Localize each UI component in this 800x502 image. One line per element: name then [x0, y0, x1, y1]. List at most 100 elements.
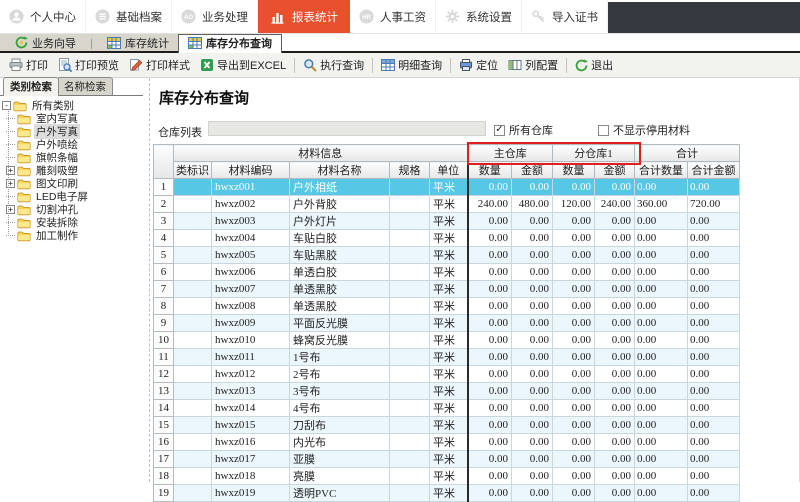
spec-cell[interactable] — [389, 399, 430, 417]
main-wh-qty-cell[interactable]: 0.00 — [466, 263, 512, 281]
spec-cell[interactable] — [389, 297, 430, 315]
row-number-cell[interactable]: 13 — [153, 382, 174, 400]
spec-cell[interactable] — [389, 365, 430, 383]
main-wh-qty-cell[interactable]: 0.00 — [466, 280, 512, 298]
material-name-cell[interactable]: 蜂窝反光膜 — [289, 331, 390, 349]
material-code-cell[interactable]: hwxz012 — [211, 365, 290, 383]
total-amount-cell[interactable]: 0.00 — [687, 433, 740, 451]
total-amount-cell[interactable]: 0.00 — [687, 280, 740, 298]
material-name-cell[interactable]: 3号布 — [289, 382, 390, 400]
material-name-cell[interactable]: 车贴黑胶 — [289, 246, 390, 264]
total-qty-cell[interactable]: 0.00 — [634, 484, 688, 502]
unit-cell[interactable]: 平米 — [429, 331, 468, 349]
unit-cell[interactable]: 平米 — [429, 195, 468, 213]
row-number-cell[interactable]: 7 — [153, 280, 174, 298]
total-amount-cell[interactable]: 0.00 — [687, 399, 740, 417]
sub-wh1-amount-cell[interactable]: 0.00 — [594, 263, 635, 281]
sub-wh1-qty-cell[interactable]: 0.00 — [552, 331, 595, 349]
material-name-cell[interactable]: 单透黑胶 — [289, 297, 390, 315]
sub-wh1-qty-cell[interactable]: 0.00 — [552, 246, 595, 264]
main-wh-amount-cell[interactable]: 0.00 — [511, 246, 553, 264]
main-wh-qty-cell[interactable]: 0.00 — [466, 433, 512, 451]
flag-cell[interactable] — [173, 365, 212, 383]
sidebar-splitter[interactable] — [143, 78, 150, 482]
flag-cell[interactable] — [173, 178, 212, 196]
total-amount-cell[interactable]: 0.00 — [687, 229, 740, 247]
main-wh-amount-cell[interactable]: 0.00 — [511, 348, 553, 366]
main-wh-amount-cell[interactable]: 0.00 — [511, 178, 553, 196]
material-name-cell[interactable]: 单透白胶 — [289, 263, 390, 281]
unit-cell[interactable]: 平米 — [429, 433, 468, 451]
total-amount-cell[interactable]: 0.00 — [687, 382, 740, 400]
unit-cell[interactable]: 平米 — [429, 382, 468, 400]
total-qty-cell[interactable]: 0.00 — [634, 229, 688, 247]
total-qty-cell[interactable]: 0.00 — [634, 246, 688, 264]
main-wh-qty-cell[interactable]: 0.00 — [466, 484, 512, 502]
table-row[interactable]: 7 hwxz007 单透黑胶 平米 0.00 0.00 0.00 0.00 0.00 0.00 — [153, 280, 740, 298]
row-number-cell[interactable]: 8 — [153, 297, 174, 315]
sub-wh1-qty-cell[interactable]: 0.00 — [552, 212, 595, 230]
total-amount-cell[interactable]: 0.00 — [687, 348, 740, 366]
main-wh-qty-cell[interactable]: 0.00 — [466, 467, 512, 485]
sub-wh1-qty-cell[interactable]: 0.00 — [552, 450, 595, 468]
table-row[interactable]: 15 hwxz015 刀刮布 平米 0.00 0.00 0.00 0.00 0.00 0.00 — [153, 416, 740, 434]
row-number-cell[interactable]: 5 — [153, 246, 174, 264]
flag-cell[interactable] — [173, 314, 212, 332]
row-number-cell[interactable]: 14 — [153, 399, 174, 417]
material-code-cell[interactable]: hwxz009 — [211, 314, 290, 332]
spec-cell[interactable] — [389, 263, 430, 281]
total-amount-cell[interactable]: 0.00 — [687, 467, 740, 485]
material-name-cell[interactable]: 车贴白胶 — [289, 229, 390, 247]
total-amount-cell[interactable]: 720.00 — [687, 195, 740, 213]
material-code-cell[interactable]: hwxz019 — [211, 484, 290, 502]
table-row[interactable]: 6 hwxz006 单透白胶 平米 0.00 0.00 0.00 0.00 0.00 0.00 — [153, 263, 740, 281]
total-qty-cell[interactable]: 0.00 — [634, 212, 688, 230]
sub-wh1-qty-cell[interactable]: 0.00 — [552, 382, 595, 400]
row-number-cell[interactable]: 10 — [153, 331, 174, 349]
flag-cell[interactable] — [173, 416, 212, 434]
minus-expander-icon[interactable]: - — [2, 101, 11, 110]
spec-cell[interactable] — [389, 416, 430, 434]
toolbar-button-打印[interactable]: 打印 — [4, 55, 53, 75]
sub-wh1-amount-cell[interactable]: 0.00 — [594, 178, 635, 196]
material-code-cell[interactable]: hwxz005 — [211, 246, 290, 264]
table-row[interactable]: 4 hwxz004 车贴白胶 平米 0.00 0.00 0.00 0.00 0.00 0.00 — [153, 229, 740, 247]
total-amount-cell[interactable]: 0.00 — [687, 484, 740, 502]
total-qty-cell[interactable]: 0.00 — [634, 331, 688, 349]
all-warehouses-checkbox[interactable]: ✓ 所有仓库 — [494, 122, 553, 138]
nav-item-6[interactable]: 系统设置 — [436, 0, 522, 33]
unit-cell[interactable]: 平米 — [429, 263, 468, 281]
tab-inventory-statistics[interactable]: 库存统计 — [98, 34, 178, 51]
main-wh-qty-cell[interactable]: 0.00 — [466, 450, 512, 468]
total-amount-cell[interactable]: 0.00 — [687, 246, 740, 264]
unit-cell[interactable]: 平米 — [429, 348, 468, 366]
material-code-cell[interactable]: hwxz008 — [211, 297, 290, 315]
material-name-cell[interactable]: 4号布 — [289, 399, 390, 417]
unit-cell[interactable]: 平米 — [429, 365, 468, 383]
material-code-cell[interactable]: hwxz004 — [211, 229, 290, 247]
total-qty-cell[interactable]: 0.00 — [634, 433, 688, 451]
spec-cell[interactable] — [389, 246, 430, 264]
total-amount-cell[interactable]: 0.00 — [687, 263, 740, 281]
tree-item-10[interactable]: 加工制作 — [2, 229, 141, 242]
spec-cell[interactable] — [389, 229, 430, 247]
material-name-cell[interactable]: 户外灯片 — [289, 212, 390, 230]
sub-wh1-amount-cell[interactable]: 0.00 — [594, 365, 635, 383]
total-qty-cell[interactable]: 0.00 — [634, 297, 688, 315]
unit-cell[interactable]: 平米 — [429, 399, 468, 417]
unit-cell[interactable]: 平米 — [429, 416, 468, 434]
main-wh-amount-cell[interactable]: 0.00 — [511, 331, 553, 349]
main-wh-amount-cell[interactable]: 0.00 — [511, 416, 553, 434]
spec-cell[interactable] — [389, 484, 430, 502]
sub-wh1-qty-cell[interactable]: 0.00 — [552, 297, 595, 315]
material-code-cell[interactable]: hwxz006 — [211, 263, 290, 281]
main-wh-qty-cell[interactable]: 0.00 — [466, 297, 512, 315]
table-row[interactable]: 1 hwxz001 户外相纸 平米 0.00 0.00 0.00 0.00 0.00 0.00 — [153, 178, 740, 196]
main-wh-qty-cell[interactable]: 0.00 — [466, 348, 512, 366]
main-wh-amount-cell[interactable]: 480.00 — [511, 195, 553, 213]
main-wh-qty-cell[interactable]: 240.00 — [466, 195, 512, 213]
flag-cell[interactable] — [173, 433, 212, 451]
total-amount-cell[interactable]: 0.00 — [687, 450, 740, 468]
sidebar-tab-name-search[interactable]: 名称检索 — [57, 77, 113, 95]
sub-wh1-amount-cell[interactable]: 0.00 — [594, 382, 635, 400]
